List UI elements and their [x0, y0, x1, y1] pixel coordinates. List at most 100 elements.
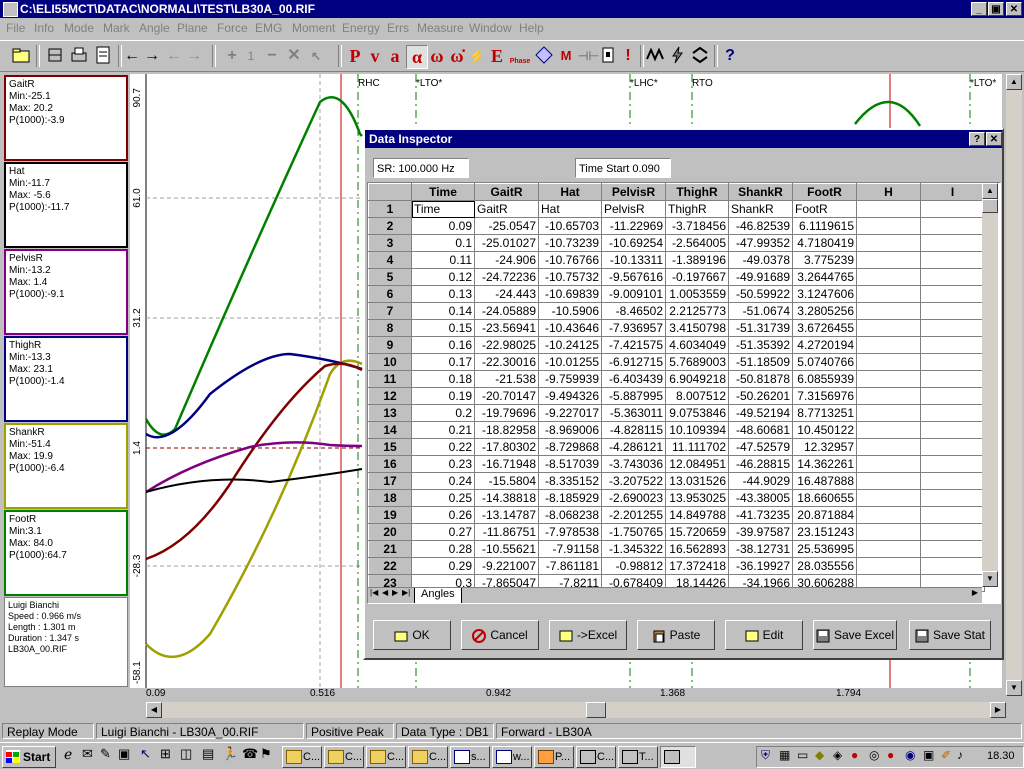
table-cell[interactable]: 12.084951 — [665, 455, 729, 473]
table-cell[interactable]: -46.82539 — [728, 217, 793, 235]
edit-button[interactable]: Edit — [725, 620, 803, 650]
table-cell[interactable] — [856, 285, 921, 303]
table-cell[interactable]: -51.0674 — [728, 302, 793, 320]
energy-tool[interactable]: E — [488, 45, 506, 67]
scroll-up-icon[interactable]: ▲ — [1006, 74, 1022, 90]
table-cell[interactable] — [856, 387, 921, 405]
table-cell[interactable]: 0.15 — [411, 319, 475, 337]
horizontal-scrollbar[interactable]: ◀ ▶ — [146, 702, 1006, 718]
table-cell[interactable]: -17.80302 — [474, 438, 539, 456]
menu-help[interactable]: Help — [519, 21, 544, 35]
row-header[interactable]: 17 — [368, 472, 412, 490]
table-cell-selected[interactable]: Time — [411, 200, 475, 218]
table-cell[interactable]: 0.13 — [411, 285, 475, 303]
table-cell[interactable]: -49.52194 — [728, 404, 793, 422]
table-cell[interactable]: 4.2720194 — [792, 336, 857, 354]
table-cell[interactable] — [856, 370, 921, 388]
grid-scroll-down-icon[interactable]: ▼ — [982, 571, 998, 587]
table-cell[interactable]: -50.26201 — [728, 387, 793, 405]
row-header[interactable]: 4 — [368, 251, 412, 269]
monitor-icon[interactable]: ▭ — [797, 748, 808, 762]
table-cell[interactable] — [856, 557, 921, 575]
table-cell[interactable]: -10.73239 — [538, 234, 602, 252]
row-header[interactable]: 3 — [368, 234, 412, 252]
grid-vertical-scrollbar[interactable]: ▲ ▼ — [982, 183, 998, 587]
table-cell[interactable]: 3.1247606 — [792, 285, 857, 303]
table-cell[interactable]: -24.05889 — [474, 302, 539, 320]
table-cell[interactable]: -10.75732 — [538, 268, 602, 286]
table-cell[interactable]: -43.38005 — [728, 489, 793, 507]
table-cell[interactable]: -18.82958 — [474, 421, 539, 439]
table-cell[interactable]: 15.720659 — [665, 523, 729, 541]
row-header[interactable]: 16 — [368, 455, 412, 473]
grid-scroll-right-icon[interactable]: ▶ — [968, 588, 982, 603]
table-cell[interactable]: -2.690023 — [601, 489, 666, 507]
table-cell[interactable]: 0.1 — [411, 234, 475, 252]
close-button[interactable]: ✕ — [1006, 2, 1022, 16]
row-header[interactable]: 12 — [368, 387, 412, 405]
network-icon[interactable]: ▦ — [779, 748, 790, 762]
table-cell[interactable] — [920, 489, 985, 507]
table-cell[interactable]: 17.372418 — [665, 557, 729, 575]
column-header[interactable]: ThighR — [665, 183, 729, 201]
column-header[interactable]: FootR — [792, 183, 857, 201]
task-button[interactable]: P... — [534, 746, 574, 768]
table-cell[interactable]: -6.912715 — [601, 353, 666, 371]
table-cell[interactable]: 3.2644765 — [792, 268, 857, 286]
diamond-icon[interactable] — [534, 45, 554, 67]
row-header[interactable]: 2 — [368, 217, 412, 235]
table-cell[interactable] — [920, 404, 985, 422]
menu-plane[interactable]: Plane — [177, 21, 208, 35]
arrow-right-icon[interactable]: → — [142, 45, 162, 67]
table-cell[interactable]: 0.19 — [411, 387, 475, 405]
task-button[interactable]: w... — [492, 746, 532, 768]
table-cell[interactable]: 28.035556 — [792, 557, 857, 575]
table-cell[interactable]: 7.3156976 — [792, 387, 857, 405]
arrow-left-icon[interactable]: ← — [122, 45, 142, 67]
table-cell[interactable]: -6.403439 — [601, 370, 666, 388]
menu-measure[interactable]: Measure — [417, 21, 464, 35]
angular-acceleration-tool[interactable]: ω̇ — [448, 45, 466, 67]
table-cell[interactable]: -10.13311 — [601, 251, 666, 269]
table-cell[interactable]: -7.91158 — [538, 540, 602, 558]
table-cell[interactable]: 2.2125773 — [665, 302, 729, 320]
shield-icon[interactable]: ⛨ — [761, 748, 770, 763]
column-header[interactable]: ShankR — [728, 183, 793, 201]
tray-app-icon[interactable]: ◎ — [869, 748, 879, 762]
table-cell[interactable]: -38.12731 — [728, 540, 793, 558]
table-cell[interactable] — [856, 438, 921, 456]
dialog-help-button[interactable]: ? — [969, 132, 985, 146]
table-cell[interactable]: 12.32957 — [792, 438, 857, 456]
table-cell[interactable]: 13.953025 — [665, 489, 729, 507]
table-cell[interactable]: -7.978538 — [538, 523, 602, 541]
table-cell[interactable] — [920, 523, 985, 541]
row-header[interactable]: 14 — [368, 421, 412, 439]
table-cell[interactable]: -9.221007 — [474, 557, 539, 575]
table-cell[interactable]: 3.775239 — [792, 251, 857, 269]
task-button[interactable]: C... — [282, 746, 322, 768]
restore-button[interactable]: ▣ — [988, 2, 1004, 16]
next-sheet-icon[interactable]: ▶ — [392, 588, 398, 597]
menu-moment[interactable]: Moment — [292, 21, 335, 35]
vertical-scrollbar[interactable]: ▲ ▼ — [1006, 74, 1022, 696]
table-cell[interactable]: 5.7689003 — [665, 353, 729, 371]
table-cell[interactable] — [856, 421, 921, 439]
row-header[interactable]: 5 — [368, 268, 412, 286]
table-cell[interactable]: -9.494326 — [538, 387, 602, 405]
row-header[interactable]: 6 — [368, 285, 412, 303]
scroll-thumb[interactable] — [586, 702, 606, 718]
column-header[interactable]: Hat — [538, 183, 602, 201]
table-cell[interactable] — [920, 557, 985, 575]
data-grid[interactable]: Time GaitR Hat PelvisR ThighR ShankR Foo… — [367, 182, 1001, 604]
angular-velocity-tool[interactable]: ω — [428, 45, 446, 67]
task-button[interactable]: s... — [450, 746, 490, 768]
tray-app-icon[interactable]: ◈ — [833, 748, 842, 762]
app-icon[interactable] — [3, 2, 18, 17]
table-cell[interactable]: 1.0053559 — [665, 285, 729, 303]
table-cell[interactable]: -10.65703 — [538, 217, 602, 235]
to-excel-button[interactable]: ->Excel — [549, 620, 627, 650]
table-cell[interactable]: PelvisR — [601, 200, 666, 218]
table-cell[interactable]: -46.28815 — [728, 455, 793, 473]
phone-icon[interactable]: ☎ — [242, 746, 258, 768]
table-cell[interactable]: -24.906 — [474, 251, 539, 269]
